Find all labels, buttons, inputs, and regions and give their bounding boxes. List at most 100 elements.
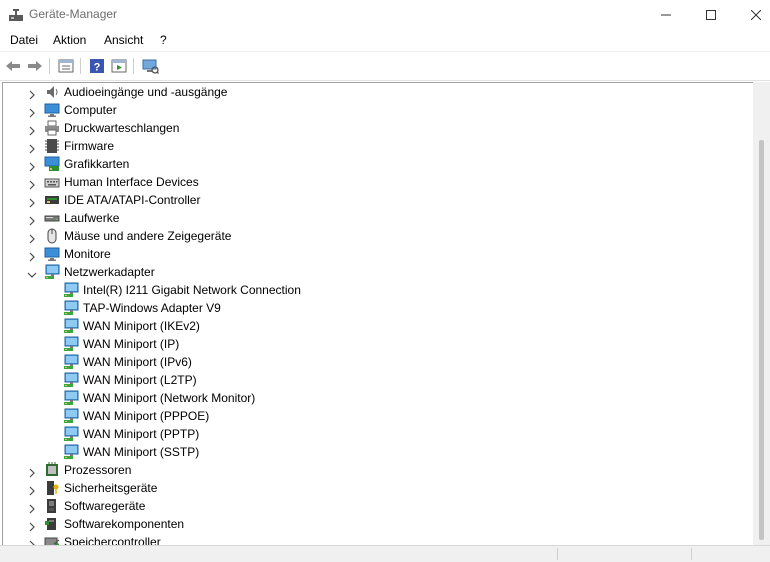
network-adapter-icon bbox=[63, 354, 79, 370]
network-adapter-icon bbox=[63, 336, 79, 352]
tree-item-label: Intel(R) I211 Gigabit Network Connection bbox=[83, 283, 301, 297]
help-button[interactable]: ? bbox=[88, 57, 106, 75]
tree-device-item[interactable]: WAN Miniport (Network Monitor) bbox=[3, 389, 743, 407]
tree-item-label: Firmware bbox=[64, 139, 114, 153]
drive-icon bbox=[44, 210, 60, 226]
tree-category[interactable]: Mäuse und andere Zeigegeräte bbox=[3, 227, 743, 245]
chevron-right-icon[interactable] bbox=[27, 249, 37, 262]
chevron-right-icon[interactable] bbox=[27, 177, 37, 190]
tree-item-label: WAN Miniport (Network Monitor) bbox=[83, 391, 256, 405]
tree-device-item[interactable]: TAP-Windows Adapter V9 bbox=[3, 299, 743, 317]
chevron-right-icon[interactable] bbox=[27, 483, 37, 496]
tree-item-label: Druckwarteschlangen bbox=[64, 121, 180, 135]
toolbar-separator bbox=[133, 58, 134, 74]
device-manager-app-icon bbox=[8, 7, 24, 23]
minimize-icon bbox=[661, 14, 671, 15]
tree-item-label: Mäuse und andere Zeigegeräte bbox=[64, 229, 232, 243]
tree-item-label: WAN Miniport (SSTP) bbox=[83, 445, 200, 459]
tree-category[interactable]: Sicherheitsgeräte bbox=[3, 479, 743, 497]
tree-item-label: Softwaregeräte bbox=[64, 499, 146, 513]
tree-device-item[interactable]: WAN Miniport (IPv6) bbox=[3, 353, 743, 371]
tree-item-label: Human Interface Devices bbox=[64, 175, 199, 189]
update-driver-button[interactable] bbox=[110, 57, 128, 75]
chevron-right-icon[interactable] bbox=[27, 195, 37, 208]
tree-category[interactable]: Laufwerke bbox=[3, 209, 743, 227]
properties-icon bbox=[58, 59, 74, 73]
mouse-icon bbox=[44, 228, 60, 244]
toolbar-separator bbox=[80, 58, 81, 74]
device-tree[interactable]: Audioeingänge und -ausgänge Computer Druck… bbox=[2, 82, 769, 546]
chevron-right-icon[interactable] bbox=[27, 519, 37, 532]
menu-ansicht[interactable]: Ansicht bbox=[104, 33, 143, 47]
menu-datei[interactable]: Datei bbox=[10, 33, 38, 47]
tree-item-label: IDE ATA/ATAPI-Controller bbox=[64, 193, 201, 207]
tree-item-label: WAN Miniport (IPv6) bbox=[83, 355, 192, 369]
window-title: Geräte-Manager bbox=[29, 7, 118, 21]
tree-device-item[interactable]: Intel(R) I211 Gigabit Network Connection bbox=[3, 281, 743, 299]
toolbar: ? bbox=[0, 51, 770, 81]
tree-category[interactable]: Softwaregeräte bbox=[3, 497, 743, 515]
forward-button[interactable] bbox=[26, 57, 44, 75]
network-adapter-icon bbox=[63, 426, 79, 442]
properties-button[interactable] bbox=[57, 57, 75, 75]
back-button[interactable] bbox=[4, 57, 22, 75]
chevron-right-icon[interactable] bbox=[27, 231, 37, 244]
network-adapter-icon bbox=[63, 408, 79, 424]
tree-device-item[interactable]: WAN Miniport (IP) bbox=[3, 335, 743, 353]
ide-controller-icon bbox=[44, 192, 60, 208]
tree-category[interactable]: Softwarekomponenten bbox=[3, 515, 743, 533]
tree-item-label: Sicherheitsgeräte bbox=[64, 481, 158, 495]
tree-item-label: Netzwerkadapter bbox=[64, 265, 155, 279]
network-adapter-icon bbox=[63, 372, 79, 388]
chevron-right-icon[interactable] bbox=[27, 105, 37, 118]
tree-category[interactable]: Human Interface Devices bbox=[3, 173, 743, 191]
network-adapter-icon bbox=[63, 390, 79, 406]
chevron-right-icon[interactable] bbox=[27, 141, 37, 154]
maximize-button[interactable] bbox=[688, 0, 734, 29]
minimize-button[interactable] bbox=[643, 0, 689, 29]
vertical-scrollbar[interactable] bbox=[753, 82, 770, 545]
network-adapter-icon bbox=[63, 318, 79, 334]
tree-category[interactable]: Netzwerkadapter bbox=[3, 263, 743, 281]
tree-item-label: WAN Miniport (L2TP) bbox=[83, 373, 197, 387]
chevron-right-icon[interactable] bbox=[27, 159, 37, 172]
tree-item-label: WAN Miniport (IP) bbox=[83, 337, 180, 351]
close-icon bbox=[751, 9, 761, 20]
tree-category[interactable]: Monitore bbox=[3, 245, 743, 263]
chevron-right-icon[interactable] bbox=[27, 465, 37, 478]
tree-device-item[interactable]: WAN Miniport (PPPOE) bbox=[3, 407, 743, 425]
back-arrow-icon bbox=[6, 61, 20, 71]
tree-category[interactable]: IDE ATA/ATAPI-Controller bbox=[3, 191, 743, 209]
tree-category[interactable]: Firmware bbox=[3, 137, 743, 155]
tree-category[interactable]: Prozessoren bbox=[3, 461, 743, 479]
menu-help[interactable]: ? bbox=[160, 33, 167, 47]
tree-category[interactable]: Grafikkarten bbox=[3, 155, 743, 173]
maximize-icon bbox=[706, 9, 716, 20]
tree-device-item[interactable]: WAN Miniport (PPTP) bbox=[3, 425, 743, 443]
scan-hardware-icon bbox=[142, 59, 159, 74]
close-button[interactable] bbox=[733, 0, 770, 29]
monitor-icon bbox=[44, 246, 60, 262]
toolbar-separator bbox=[49, 58, 50, 74]
network-adapter-icon bbox=[44, 264, 60, 280]
chevron-right-icon[interactable] bbox=[27, 501, 37, 514]
tree-category[interactable]: Computer bbox=[3, 101, 743, 119]
tree-device-item[interactable]: WAN Miniport (IKEv2) bbox=[3, 317, 743, 335]
tree-category[interactable]: Druckwarteschlangen bbox=[3, 119, 743, 137]
help-icon: ? bbox=[90, 59, 104, 74]
tree-item-label: Audioeingänge und -ausgänge bbox=[64, 85, 228, 99]
tree-item-label: Laufwerke bbox=[64, 211, 120, 225]
scan-hardware-button[interactable] bbox=[141, 57, 159, 75]
scrollbar-thumb[interactable] bbox=[759, 140, 764, 540]
tree-item-label: Computer bbox=[64, 103, 117, 117]
chevron-right-icon[interactable] bbox=[27, 87, 37, 100]
menu-aktion[interactable]: Aktion bbox=[53, 33, 86, 47]
tree-device-item[interactable]: WAN Miniport (SSTP) bbox=[3, 443, 743, 461]
tree-category[interactable]: Audioeingänge und -ausgänge bbox=[3, 83, 743, 101]
monitor-icon bbox=[44, 102, 60, 118]
chevron-right-icon[interactable] bbox=[27, 123, 37, 136]
tree-item-label: WAN Miniport (IKEv2) bbox=[83, 319, 200, 333]
chevron-right-icon[interactable] bbox=[27, 213, 37, 226]
chevron-down-icon[interactable] bbox=[27, 267, 37, 278]
tree-device-item[interactable]: WAN Miniport (L2TP) bbox=[3, 371, 743, 389]
